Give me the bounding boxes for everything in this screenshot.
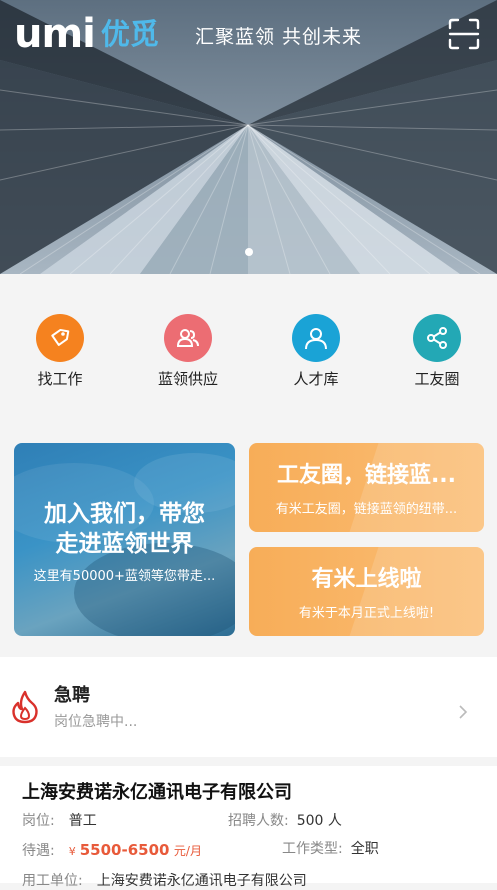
salary-unit: 元/月 <box>173 844 202 858</box>
job-type-row: 工作类型: 全职 <box>282 838 379 858</box>
job-type-label: 工作类型: <box>282 841 343 857</box>
employer-label: 用工单位: <box>22 873 83 889</box>
workmate-circle-title: 工友圈，链接蓝... <box>276 463 457 488</box>
join-us-title: 加入我们，带您 走进蓝领世界 <box>14 499 235 559</box>
currency-symbol: ¥ <box>68 845 76 858</box>
slogan-text: 汇聚蓝领 共创未来 <box>195 26 363 48</box>
quick-nav-find-job[interactable]: 找工作 <box>15 314 105 389</box>
headcount-value: 500 人 <box>296 813 342 829</box>
pay-row: 待遇: ¥5500-6500 元/月 <box>22 840 202 860</box>
person-icon <box>292 314 340 362</box>
tag-icon <box>36 314 84 362</box>
hero-banner[interactable]: umi 优觅 汇聚蓝领 共创未来 <box>0 0 497 274</box>
launch-subtitle: 有米于本月正式上线啦! <box>298 606 435 621</box>
logo-chinese: 优觅 <box>100 17 159 51</box>
company-name: 上海安费诺永亿通讯电子有限公司 <box>22 782 292 803</box>
employer-value: 上海安费诺永亿通讯电子有限公司 <box>96 873 307 889</box>
join-us-title-line1: 加入我们，带您 <box>44 501 205 527</box>
launch-card[interactable]: 有米上线啦 有米于本月正式上线啦! <box>249 547 484 636</box>
quick-nav-workmates[interactable]: 工友圈 <box>392 314 482 389</box>
join-us-card[interactable]: 加入我们，带您 走进蓝领世界 这里有50000+蓝领等您带走... <box>14 443 235 636</box>
chevron-right-icon <box>459 705 468 719</box>
flame-icon <box>12 690 38 724</box>
carousel-dot[interactable] <box>244 248 253 256</box>
urgent-title: 急聘 <box>54 685 90 706</box>
scan-icon <box>448 18 480 50</box>
pay-label: 待遇: <box>22 843 55 859</box>
launch-title: 有米上线啦 <box>311 567 422 592</box>
job-type-value: 全职 <box>350 841 379 857</box>
workmate-circle-card[interactable]: 工友圈，链接蓝... 有米工友圈，链接蓝领的纽带... <box>249 443 484 532</box>
headcount-row: 招聘人数: 500 人 <box>228 810 342 830</box>
position-label: 岗位: <box>22 813 55 829</box>
employer-row: 用工单位: 上海安费诺永亿通讯电子有限公司 <box>22 870 307 890</box>
carousel-indicator[interactable] <box>0 248 497 256</box>
users-icon <box>164 314 212 362</box>
position-row: 岗位: 普工 <box>22 810 97 830</box>
brand-logo: umi 优觅 <box>14 14 159 54</box>
quick-nav-talent[interactable]: 人才库 <box>271 314 361 389</box>
quick-nav-label: 人才库 <box>293 370 339 388</box>
workmate-circle-subtitle: 有米工友圈，链接蓝领的纽带... <box>275 502 458 517</box>
headcount-label: 招聘人数: <box>228 813 289 829</box>
salary-value: 5500-6500 <box>79 841 170 859</box>
share-icon <box>413 314 461 362</box>
quick-nav-label: 找工作 <box>37 370 83 388</box>
quick-nav: 找工作 蓝领供应 人才库 工友圈 <box>0 274 497 424</box>
position-value: 普工 <box>68 813 97 829</box>
quick-nav-label: 工友圈 <box>414 370 460 388</box>
job-listing-card[interactable]: 上海安费诺永亿通讯电子有限公司 岗位: 普工 招聘人数: 500 人 待遇: ¥550… <box>0 766 497 889</box>
logo-latin: umi <box>14 11 96 57</box>
urgent-subtitle: 岗位急聘中... <box>54 714 138 730</box>
quick-nav-supply[interactable]: 蓝领供应 <box>143 314 233 389</box>
urgent-hiring-section[interactable]: 急聘 岗位急聘中... <box>0 657 497 757</box>
join-us-subtitle: 这里有50000+蓝领等您带走... <box>33 569 216 584</box>
scan-button[interactable] <box>447 17 481 51</box>
quick-nav-label: 蓝领供应 <box>157 370 218 388</box>
join-us-title-line2: 走进蓝领世界 <box>55 531 194 557</box>
